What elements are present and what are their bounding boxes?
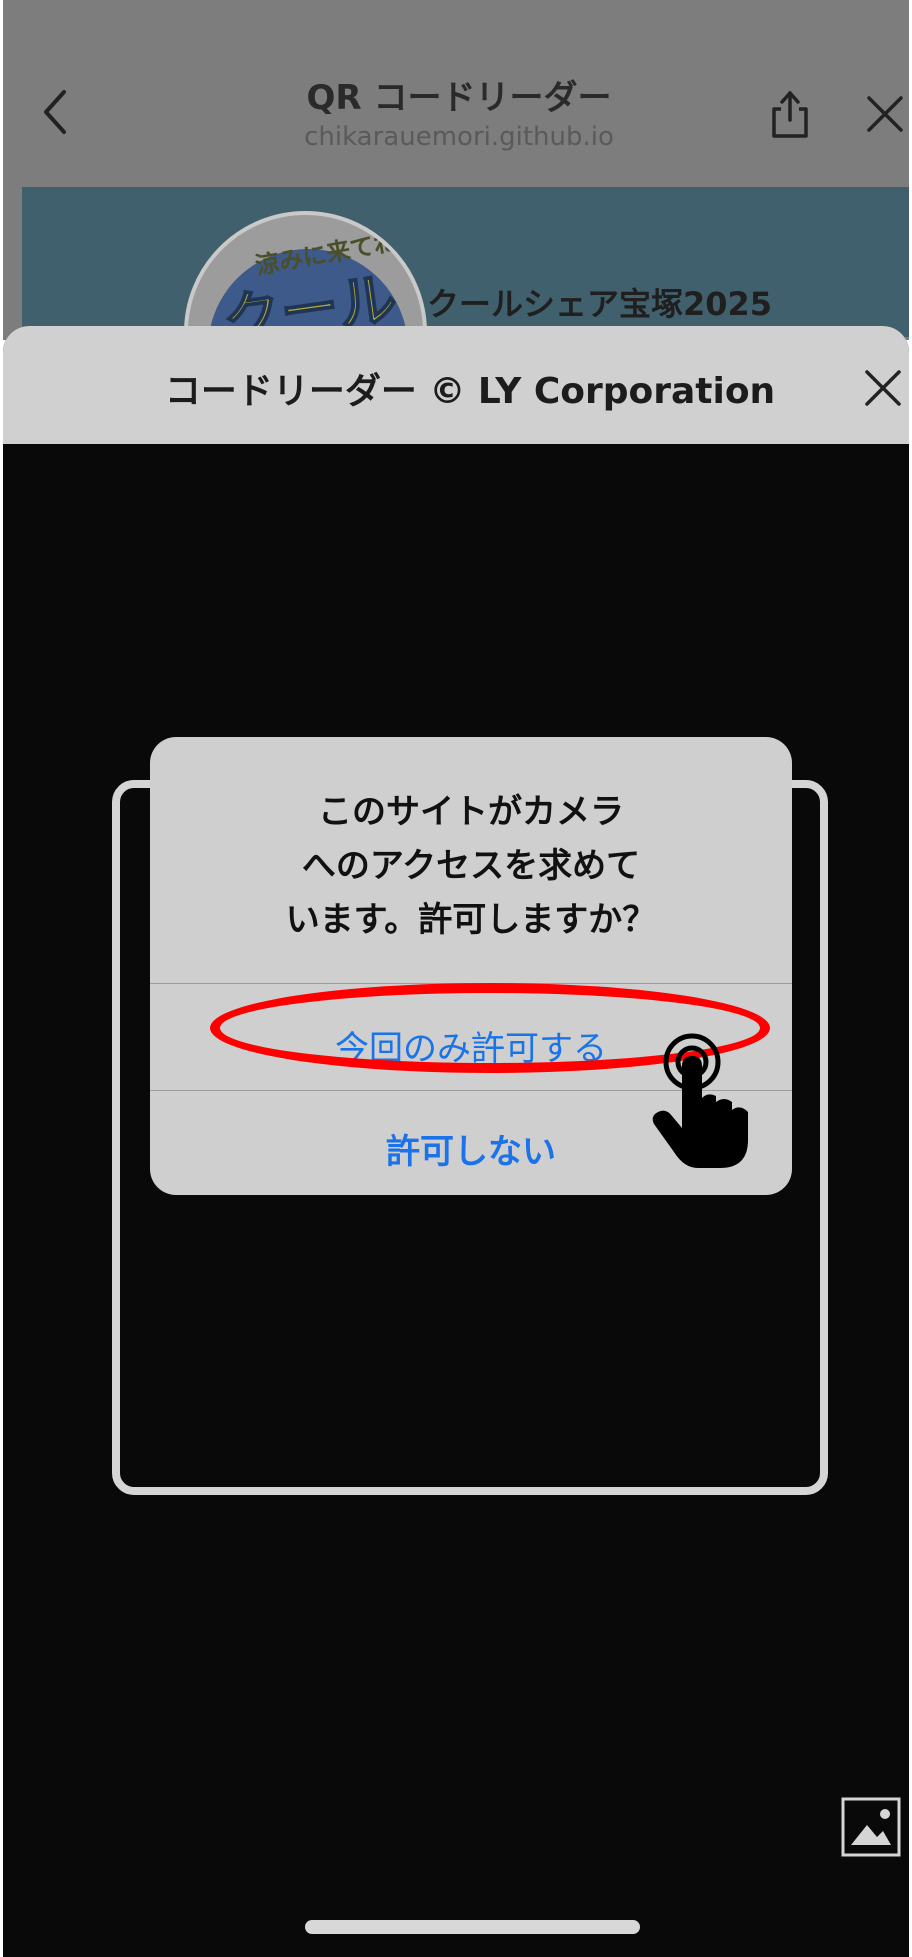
share-button[interactable] <box>765 86 815 142</box>
gallery-button[interactable] <box>841 1797 901 1857</box>
photo-icon <box>841 1797 901 1857</box>
logo-main-text: クール <box>218 263 402 337</box>
close-icon <box>865 370 901 406</box>
screen: QR コードリーダー chikarauemori.github.io 涼みに来て… <box>0 0 912 1957</box>
cool-share-logo: 涼みに来てね! クール <box>184 211 427 337</box>
dialog-message-line: います。許可しますか？ <box>285 900 657 940</box>
dialog-message: このサイトがカメラ へのアクセスを求めて います。許可しますか？ <box>150 785 792 947</box>
chevron-left-icon <box>44 90 66 134</box>
close-sheet-button[interactable] <box>861 366 905 410</box>
tap-hand-icon <box>650 1032 760 1172</box>
share-icon <box>772 91 808 138</box>
page-banner: 涼みに来てね! クール クールシェア宝塚2025 <box>22 187 909 337</box>
sheet-header: コードリーダー © LY Corporation <box>3 326 909 444</box>
dialog-message-line: へのアクセスを求めて <box>301 846 641 886</box>
back-button[interactable] <box>31 86 79 138</box>
home-indicator <box>305 1920 640 1934</box>
banner-heading: クールシェア宝塚2025 <box>427 285 773 323</box>
close-browser-button[interactable] <box>863 92 907 136</box>
dialog-message-line: このサイトがカメラ <box>318 792 624 832</box>
close-icon <box>867 96 903 132</box>
sheet-title: コードリーダー © LY Corporation <box>164 371 776 412</box>
